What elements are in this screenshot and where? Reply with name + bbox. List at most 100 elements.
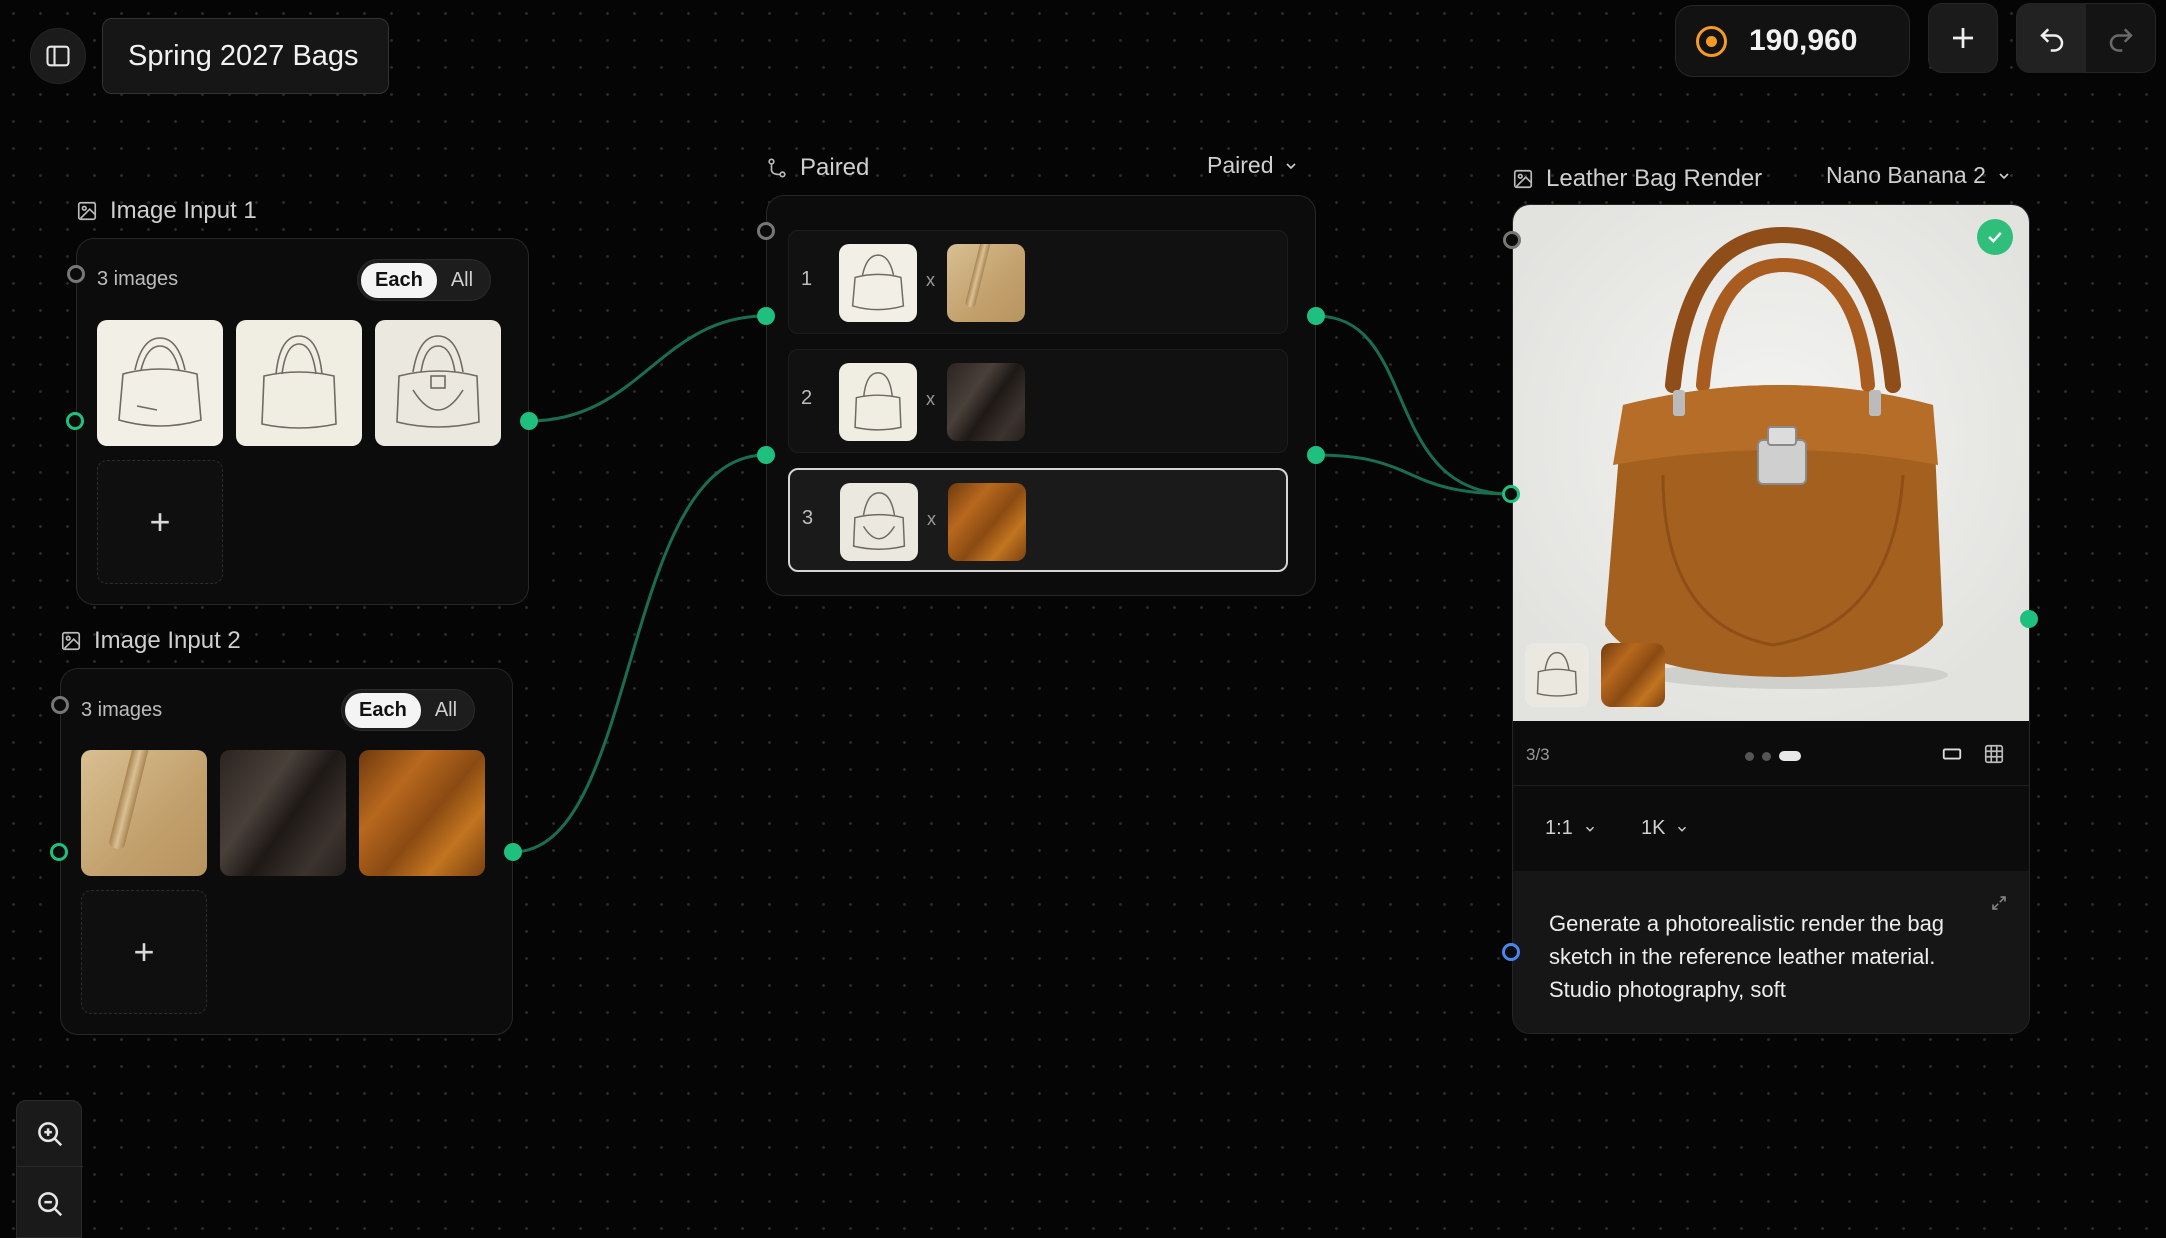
aspect-ratio-value: 1:1 [1545, 817, 1573, 839]
zoom-in-button[interactable] [17, 1101, 83, 1167]
credits-icon [1696, 25, 1727, 57]
edge-input2-paired [512, 453, 767, 854]
pair-row-3[interactable]: 3 x [788, 468, 1288, 572]
pair-separator: x [926, 389, 935, 409]
pair-sketch-thumb [839, 244, 917, 322]
project-title[interactable]: Spring 2027 Bags [102, 18, 389, 94]
leather-swatch-tan[interactable] [81, 750, 207, 876]
add-label: + [133, 931, 155, 972]
render-source-sketch-thumb[interactable] [1525, 643, 1589, 707]
sidebar-icon [46, 45, 70, 67]
sketch-thumbnail-2[interactable] [236, 320, 362, 446]
redo-icon [2109, 28, 2133, 52]
leather-swatch-dark-brown[interactable] [220, 750, 346, 876]
render-output-port[interactable] [2020, 610, 2038, 628]
add-label: + [149, 501, 171, 542]
paired-output-port-2[interactable] [1307, 446, 1325, 464]
paired-title: Paired [800, 154, 870, 181]
image-input-1-title: Image Input 1 [110, 197, 257, 224]
aspect-ratio-dropdown[interactable]: 1:1 [1545, 817, 1597, 840]
render-top-port[interactable] [1503, 231, 1521, 249]
undo-icon [2039, 28, 2063, 52]
image-input-2-add-button[interactable]: + [81, 890, 207, 1014]
paired-mode-value: Paired [1207, 152, 1274, 178]
pair-sketch-thumb [839, 363, 917, 441]
render-input-port[interactable] [1502, 485, 1520, 503]
zoom-out-button[interactable] [17, 1169, 83, 1238]
credits-value: 190,960 [1749, 24, 1858, 57]
chevron-down-icon [1999, 172, 2009, 179]
image-input-1-left-port[interactable] [66, 412, 84, 430]
toggle-each[interactable]: Each [361, 262, 437, 298]
image-icon [77, 201, 97, 221]
render-source-leather-thumb[interactable] [1601, 643, 1665, 707]
render-title: Leather Bag Render [1546, 165, 1763, 192]
pair-separator: x [926, 270, 935, 290]
render-node[interactable]: 3/3 1:1 1K Generate a photorealistic ren… [1512, 204, 2030, 1034]
paired-mode-dropdown[interactable]: Paired [1207, 152, 1299, 179]
pair-index: 2 [801, 387, 813, 409]
image-input-1-add-button[interactable]: + [97, 460, 223, 584]
paired-header[interactable]: Paired [766, 154, 869, 182]
pair-index: 3 [802, 507, 814, 529]
image-input-2-header[interactable]: Image Input 2 [60, 627, 241, 655]
leather-swatch-cognac[interactable] [359, 750, 485, 876]
success-check-icon [1977, 219, 2013, 255]
model-dropdown[interactable]: Nano Banana 2 [1826, 162, 2012, 189]
edge-input1-paired [528, 314, 767, 423]
grid-view-button[interactable] [1975, 735, 2013, 773]
carousel-dots[interactable] [1745, 751, 1801, 761]
image-icon [61, 631, 81, 651]
image-input-1-header[interactable]: Image Input 1 [76, 197, 257, 225]
redo-button[interactable] [2086, 3, 2155, 73]
image-input-2-mode-toggle: Each All [341, 689, 476, 731]
render-counter: 3/3 [1526, 745, 1550, 764]
paired-output-port-1[interactable] [1307, 307, 1325, 325]
resolution-value: 1K [1641, 817, 1666, 839]
view-mode-toggle [1933, 735, 2013, 773]
resolution-dropdown[interactable]: 1K [1641, 817, 1689, 840]
carousel-dot-active[interactable] [1779, 751, 1801, 761]
image-input-1-output-port[interactable] [520, 412, 538, 430]
render-header[interactable]: Leather Bag Render [1512, 165, 1762, 193]
toggle-all[interactable]: All [437, 263, 487, 298]
prompt-input-port[interactable] [1502, 943, 1520, 961]
credits-badge[interactable]: 190,960 [1675, 5, 1910, 77]
add-node-button[interactable] [1928, 3, 1998, 73]
chevron-down-icon [1286, 162, 1297, 169]
prompt-area[interactable]: Generate a photorealistic render the bag… [1513, 871, 2029, 1033]
image-input-1-top-port[interactable] [67, 265, 85, 283]
pair-row-1[interactable]: 1 x [788, 230, 1288, 334]
carousel-dot[interactable] [1745, 751, 1754, 761]
zoom-in-icon [38, 1121, 63, 1146]
undo-redo-group [2016, 3, 2156, 73]
paired-input-port-1[interactable] [757, 307, 775, 325]
pair-leather-thumb [947, 244, 1025, 322]
image-input-2-top-port[interactable] [51, 696, 69, 714]
sketch-thumbnail-3[interactable] [375, 320, 501, 446]
sketch-thumbnail-1[interactable] [97, 320, 223, 446]
zoom-out-icon [38, 1192, 63, 1217]
image-icon [1513, 169, 1533, 189]
paired-input-port-2[interactable] [757, 446, 775, 464]
render-output-image[interactable] [1513, 205, 2029, 721]
image-input-1-count: 3 images [97, 268, 179, 290]
edge-paired-render-1 [1315, 314, 1512, 496]
carousel-dot[interactable] [1762, 751, 1771, 761]
grid-icon [1984, 744, 2004, 764]
project-title-text: Spring 2027 Bags [128, 39, 359, 72]
expand-button[interactable] [1985, 889, 2013, 917]
single-view-button[interactable] [1933, 735, 1971, 773]
toggle-each[interactable]: Each [345, 692, 421, 728]
image-input-2-left-port[interactable] [50, 843, 68, 861]
undo-button[interactable] [2017, 3, 2086, 73]
prompt-text: Generate a photorealistic render the bag… [1549, 911, 1945, 1002]
chevron-down-icon [1678, 826, 1687, 832]
sidebar-toggle-button[interactable] [30, 28, 86, 84]
image-input-2-output-port[interactable] [504, 843, 522, 861]
pair-row-2[interactable]: 2 x [788, 349, 1288, 453]
toggle-all[interactable]: All [421, 693, 471, 728]
pair-sketch-thumb [840, 483, 918, 561]
chevron-down-icon [1585, 826, 1594, 832]
paired-top-port[interactable] [757, 222, 775, 240]
